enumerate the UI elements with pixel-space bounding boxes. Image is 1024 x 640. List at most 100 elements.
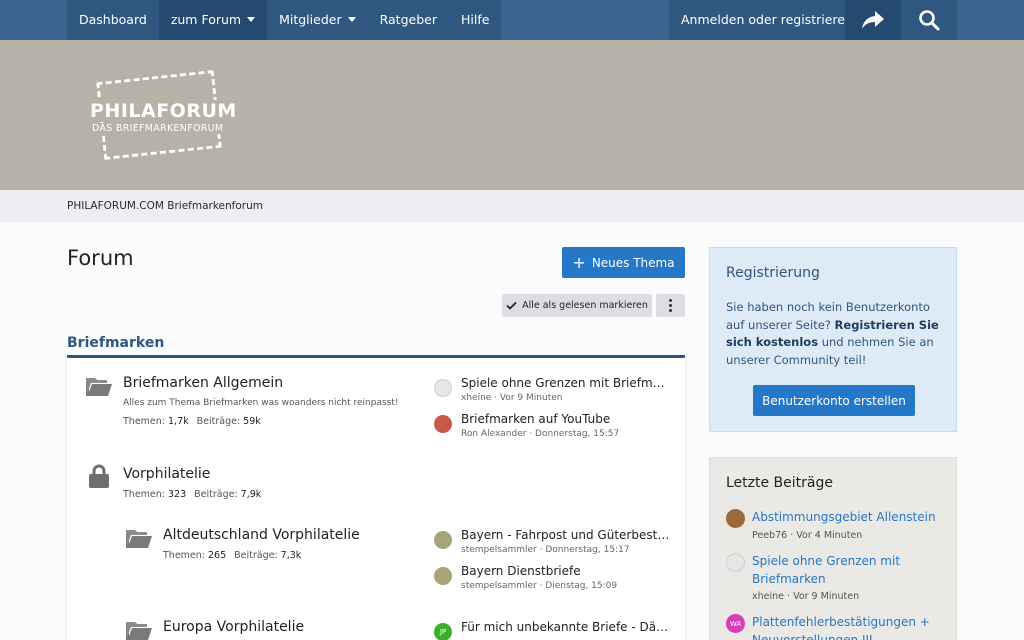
register-widget: Registrierung Sie haben noch kein Benutz… [709, 247, 957, 432]
latest-post-item[interactable]: Spiele ohne Grenzen mit Briefmarken xhei… [726, 553, 951, 603]
post-meta: xheine · Vor 9 Minuten [461, 393, 563, 403]
post-meta: stempelsammler · Donnerstag, 15:17 [461, 545, 630, 555]
plus-icon: + [572, 252, 586, 272]
post-user[interactable]: stempelsammler [461, 545, 537, 555]
avatar[interactable] [726, 509, 745, 528]
nav-dashboard[interactable]: Dashboard [67, 0, 159, 40]
folder-icon [86, 378, 112, 396]
stat-label: Themen: [163, 550, 205, 561]
mark-all-read-button[interactable]: Alle als gelesen markieren [502, 294, 652, 317]
post-title[interactable]: Bayern Dienstbriefe [461, 564, 671, 578]
share-button[interactable] [845, 0, 901, 40]
breadcrumb[interactable]: PHILAFORUM.COM Briefmarkenforum [67, 200, 263, 212]
latest-post-item[interactable]: WA Plattenfehlerbestätigungen + Neuvorst… [726, 614, 951, 640]
widget-title: Letzte Beiträge [726, 475, 833, 491]
latest-post[interactable]: JP Für mich unbekannte Briefe - Dänemark [434, 620, 674, 640]
node-stats: Themen: 265 Beiträge: 7,3k [163, 550, 309, 561]
post-user[interactable]: stempelsammler [461, 581, 537, 591]
post-title[interactable]: Plattenfehlerbestätigungen + Neuvorstell… [752, 614, 947, 640]
nav-label: Dashboard [79, 12, 147, 27]
logo-title: PHILAFORUM [88, 100, 239, 122]
node-description: Alles zum Thema Briefmarken was woanders… [123, 398, 399, 408]
stat-value: 59k [243, 416, 261, 427]
nav-zum-forum[interactable]: zum Forum [158, 0, 268, 40]
stat-value: 1,7k [168, 416, 189, 427]
latest-post-item[interactable]: Abstimmungsgebiet Allenstein Peeb76 · Vo… [726, 509, 951, 545]
post-user[interactable]: xheine [461, 393, 491, 403]
post-time: Donnerstag, 15:17 [545, 545, 630, 555]
avatar[interactable]: JP [434, 623, 452, 640]
post-title[interactable]: Spiele ohne Grenzen mit Briefmarken [461, 376, 671, 390]
stat-value: 7,9k [240, 489, 262, 500]
new-thread-button[interactable]: + Neues Thema [562, 247, 685, 278]
node-stats: Themen: 323 Beiträge: 7,9k [123, 489, 269, 500]
node-title-altdeutschland-vorphilatelie[interactable]: Altdeutschland Vorphilatelie [163, 527, 360, 543]
post-time: Vor 9 Minuten [793, 591, 860, 602]
register-text: Sie haben noch kein Benutzerkonto auf un… [726, 299, 941, 369]
latest-posts-widget: Letzte Beiträge Abstimmungsgebiet Allens… [709, 457, 957, 640]
folder-icon [126, 530, 152, 548]
node-title-briefmarken-allgemein[interactable]: Briefmarken Allgemein [123, 375, 283, 391]
avatar[interactable] [726, 553, 745, 572]
nav-hilfe[interactable]: Hilfe [449, 0, 501, 40]
create-account-button[interactable]: Benutzerkonto erstellen [753, 385, 915, 416]
latest-post[interactable]: Briefmarken auf YouTube Ron Alexander · … [434, 412, 674, 442]
post-time: Dienstag, 15:09 [545, 581, 618, 591]
search-button[interactable] [901, 0, 957, 40]
post-meta: Ron Alexander · Donnerstag, 15:57 [461, 429, 620, 439]
avatar[interactable] [434, 567, 452, 585]
category-header[interactable]: Briefmarken [67, 332, 685, 358]
header-banner: PHILAFORUM DAS BRIEFMARKENFORUM [0, 40, 1024, 190]
stat-label: Beiträge: [196, 416, 241, 427]
post-user[interactable]: Ron Alexander [461, 429, 526, 439]
latest-post[interactable]: Bayern - Fahrpost und Güterbestellung st… [434, 528, 674, 558]
main-nav: Dashboard zum Forum Mitglieder Ratgeber … [67, 0, 502, 40]
post-meta: Peeb76 · Vor 4 Minuten [752, 530, 863, 541]
post-user[interactable]: Peeb76 [752, 530, 787, 541]
post-user[interactable]: xheine [752, 591, 784, 602]
lock-icon [89, 464, 109, 488]
nav-label: Ratgeber [379, 12, 437, 27]
site-logo[interactable]: PHILAFORUM DAS BRIEFMARKENFORUM [86, 70, 239, 162]
nav-label: Hilfe [460, 12, 490, 27]
latest-post[interactable]: Spiele ohne Grenzen mit Briefmarken xhei… [434, 376, 674, 406]
avatar[interactable]: WA [726, 614, 745, 633]
share-icon [862, 11, 884, 29]
latest-post[interactable]: Bayern Dienstbriefe stempelsammler · Die… [434, 564, 674, 594]
post-title[interactable]: Für mich unbekannte Briefe - Dänemark [461, 620, 671, 634]
nav-label: Mitglieder [279, 12, 342, 27]
avatar[interactable] [434, 531, 452, 549]
stat-value: 323 [168, 489, 187, 500]
page-title: Forum [67, 246, 134, 270]
node-stats: Themen: 1,7k Beiträge: 59k [123, 416, 269, 427]
node-title-vorphilatelie[interactable]: Vorphilatelie [123, 466, 210, 482]
nav-ratgeber[interactable]: Ratgeber [368, 0, 449, 40]
checkmark-icon [506, 301, 517, 310]
node-title-europa-vorphilatelie[interactable]: Europa Vorphilatelie [163, 619, 304, 635]
post-title[interactable]: Briefmarken auf YouTube [461, 412, 671, 426]
stat-label: Beiträge: [194, 489, 238, 500]
category-title: Briefmarken [67, 335, 165, 351]
post-time: Vor 4 Minuten [796, 530, 863, 541]
post-title[interactable]: Bayern - Fahrpost und Güterbestellung [461, 528, 671, 542]
nav-mitglieder[interactable]: Mitglieder [267, 0, 368, 40]
top-navigation: Dashboard zum Forum Mitglieder Ratgeber … [0, 0, 1024, 40]
logo-subtitle: DAS BRIEFMARKENFORUM [90, 123, 226, 134]
more-options-button[interactable] [656, 294, 685, 317]
stat-label: Themen: [123, 489, 165, 500]
post-time: Donnerstag, 15:57 [535, 429, 620, 439]
search-icon [919, 10, 940, 31]
post-meta: stempelsammler · Dienstag, 15:09 [461, 581, 618, 591]
avatar[interactable] [434, 415, 452, 433]
avatar[interactable] [434, 379, 452, 397]
button-label: Neues Thema [591, 255, 675, 270]
login-register-link[interactable]: Anmelden oder registrieren [669, 0, 865, 40]
nav-label: zum Forum [170, 12, 242, 27]
folder-icon [126, 622, 152, 640]
post-meta: xheine · Vor 9 Minuten [752, 591, 860, 602]
stat-value: 7,3k [280, 550, 302, 561]
post-title[interactable]: Abstimmungsgebiet Allenstein [752, 509, 947, 527]
post-title[interactable]: Spiele ohne Grenzen mit Briefmarken [752, 553, 947, 588]
vertical-dots-icon [669, 299, 672, 312]
widget-title: Registrierung [726, 265, 820, 281]
